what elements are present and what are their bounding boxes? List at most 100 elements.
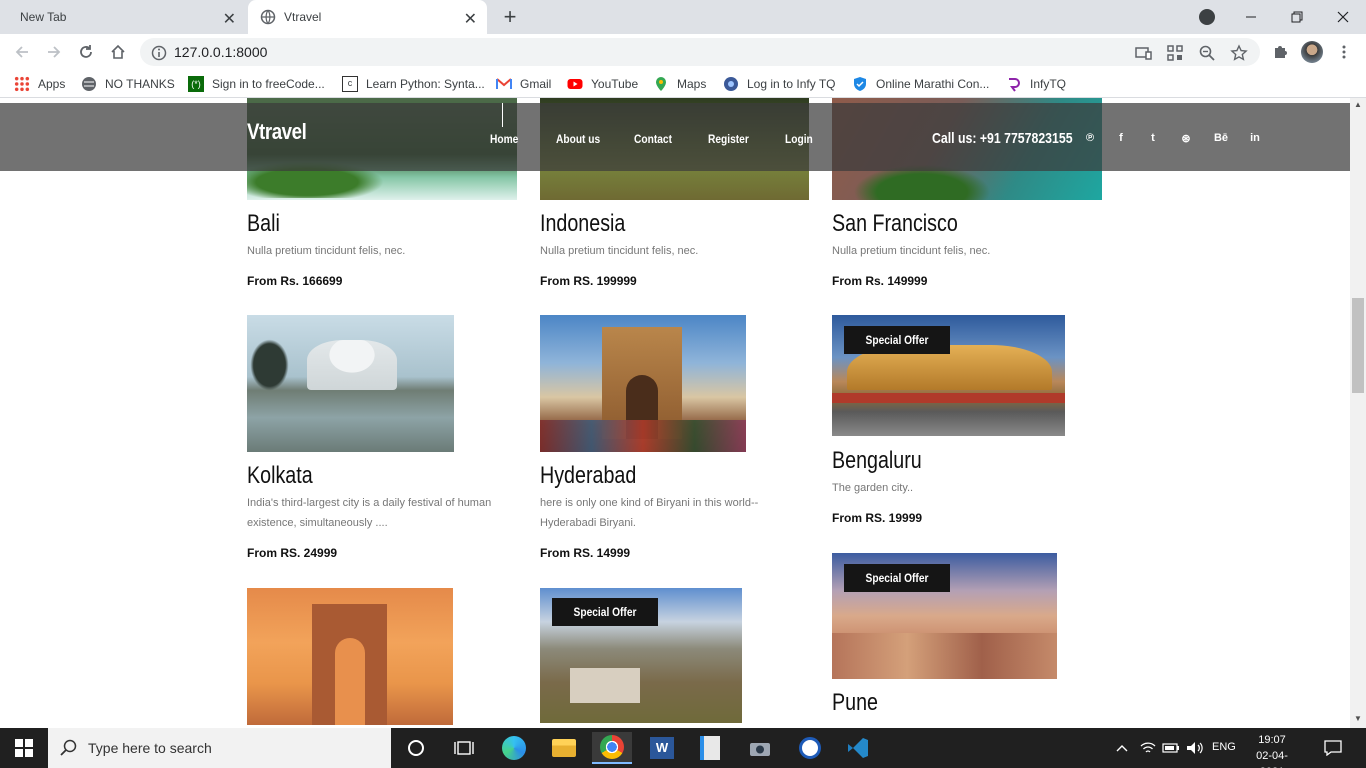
- reload-button[interactable]: [74, 40, 98, 64]
- browser-toolbar: 127.0.0.1:8000: [0, 34, 1366, 70]
- facebook-icon[interactable]: f: [1114, 132, 1128, 144]
- infytq-logo-icon: [1009, 78, 1020, 92]
- card-title-kolkata[interactable]: Kolkata: [247, 462, 313, 490]
- bookmark-log-in-infytq[interactable]: Log in to Infy TQ: [723, 75, 836, 93]
- tab-close-icon[interactable]: ✕: [223, 9, 236, 29]
- twitter-icon[interactable]: t: [1146, 132, 1160, 144]
- nav-home[interactable]: Home: [490, 132, 518, 146]
- tab-title: New Tab: [20, 10, 67, 24]
- card-price-bali: From Rs. 166699: [247, 274, 343, 288]
- pinterest-icon[interactable]: ℗: [1083, 132, 1097, 144]
- taskbar-vscode[interactable]: [838, 732, 878, 764]
- zoom-icon[interactable]: [1198, 44, 1216, 62]
- taskbar-file-explorer[interactable]: [544, 732, 584, 764]
- tab-new-tab[interactable]: New Tab ✕: [0, 0, 246, 34]
- card-desc-hyderabad: here is only one kind of Biryani in this…: [540, 497, 759, 529]
- bookmark-maps[interactable]: Maps: [653, 75, 706, 93]
- page-scrollbar[interactable]: ▲ ▼: [1350, 98, 1366, 728]
- taskbar-word[interactable]: W: [642, 732, 682, 764]
- vscode-icon: [848, 738, 868, 758]
- dribbble-icon[interactable]: ⊛: [1179, 132, 1193, 145]
- taskbar-search[interactable]: Type here to search: [48, 728, 391, 768]
- card-price-hyderabad: From RS. 14999: [540, 546, 631, 560]
- card-image-kolkata[interactable]: [247, 315, 454, 452]
- bookmark-infytq[interactable]: InfyTQ: [1006, 75, 1066, 93]
- card-price-san-francisco: From Rs. 149999: [832, 274, 928, 288]
- bookmark-gmail[interactable]: Gmail: [496, 75, 551, 93]
- nav-contact[interactable]: Contact: [634, 132, 672, 146]
- page-viewport: Vtravel Home About us Contact Register L…: [0, 98, 1350, 728]
- nav-login[interactable]: Login: [785, 132, 813, 146]
- taskbar-app[interactable]: [790, 732, 830, 764]
- wifi-icon[interactable]: [1140, 740, 1156, 756]
- card-price-bengaluru: From RS. 19999: [832, 511, 923, 525]
- taskbar-clock[interactable]: 19:07 02-04-2021: [1249, 732, 1295, 768]
- cast-icon[interactable]: [1134, 44, 1152, 62]
- battery-icon[interactable]: [1162, 741, 1180, 755]
- url-text[interactable]: 127.0.0.1:8000: [174, 44, 267, 60]
- card-title-san-francisco[interactable]: San Francisco: [832, 210, 958, 238]
- forward-button[interactable]: [42, 40, 66, 64]
- address-bar[interactable]: 127.0.0.1:8000: [140, 38, 1260, 66]
- card-title-pune[interactable]: Pune: [832, 689, 878, 717]
- taskbar-chrome[interactable]: [592, 732, 632, 764]
- camera-icon: [750, 743, 770, 756]
- card-title-hyderabad[interactable]: Hyderabad: [540, 462, 636, 490]
- home-button[interactable]: [106, 40, 130, 64]
- special-offer-badge: Special Offer: [552, 598, 659, 626]
- minimize-button[interactable]: [1228, 0, 1274, 34]
- taskbar-edge[interactable]: [494, 732, 534, 764]
- tab-close-icon[interactable]: ✕: [464, 9, 477, 29]
- bookmark-youtube[interactable]: YouTube: [567, 75, 638, 93]
- star-icon[interactable]: [1230, 44, 1248, 62]
- profile-button[interactable]: [1300, 40, 1324, 64]
- card-title-indonesia[interactable]: Indonesia: [540, 210, 625, 238]
- chevron-up-icon[interactable]: [1116, 742, 1128, 754]
- document-icon: [700, 736, 720, 760]
- bookmark-online-marathi[interactable]: Online Marathi Con...: [852, 75, 989, 93]
- extensions-button[interactable]: [1268, 40, 1292, 64]
- language-indicator[interactable]: ENG: [1212, 741, 1236, 753]
- taskbar-camera[interactable]: [740, 732, 780, 764]
- scroll-up-icon[interactable]: ▲: [1354, 100, 1362, 109]
- menu-button[interactable]: [1332, 40, 1356, 64]
- cortana-button[interactable]: [396, 732, 436, 764]
- puzzle-icon: [1275, 46, 1287, 58]
- bookmark-no-thanks[interactable]: NO THANKS: [81, 75, 175, 93]
- card-price-indonesia: From RS. 199999: [540, 274, 637, 288]
- tab-vtravel[interactable]: Vtravel ✕: [248, 0, 487, 34]
- task-view-icon: [454, 741, 474, 755]
- special-offer-badge: Special Offer: [844, 564, 951, 592]
- nav-register[interactable]: Register: [708, 132, 749, 146]
- card-title-bengaluru[interactable]: Bengaluru: [832, 447, 922, 475]
- clock-time: 19:07: [1258, 734, 1286, 746]
- bookmark-codecademy[interactable]: c Learn Python: Synta...: [342, 75, 485, 93]
- back-button[interactable]: [10, 40, 34, 64]
- notifications-icon[interactable]: [1324, 740, 1342, 756]
- bookmark-apps[interactable]: Apps: [14, 75, 65, 93]
- nav-about-us[interactable]: About us: [556, 132, 600, 146]
- info-icon[interactable]: [150, 44, 168, 62]
- start-button[interactable]: [4, 732, 44, 764]
- linkedin-icon[interactable]: in: [1248, 132, 1262, 144]
- codecademy-icon: c: [342, 76, 358, 92]
- card-title-bali[interactable]: Bali: [247, 210, 280, 238]
- taskbar-files[interactable]: [690, 732, 730, 764]
- volume-icon[interactable]: [1186, 740, 1204, 756]
- scroll-down-icon[interactable]: ▼: [1354, 714, 1362, 723]
- bookmark-freecodecamp[interactable]: (*) Sign in to freeCode...: [188, 75, 325, 93]
- new-tab-button[interactable]: +: [498, 4, 522, 30]
- card-image-india-gate[interactable]: [247, 588, 453, 725]
- tab-search-icon[interactable]: [1199, 9, 1215, 25]
- site-logo[interactable]: Vtravel: [247, 119, 307, 145]
- qr-code-icon[interactable]: [1166, 44, 1184, 62]
- card-image-hyderabad[interactable]: [540, 315, 746, 452]
- folder-icon: [552, 739, 576, 757]
- restore-button[interactable]: [1274, 0, 1320, 34]
- scrollbar-thumb[interactable]: [1352, 298, 1364, 393]
- task-view-button[interactable]: [444, 732, 484, 764]
- close-window-button[interactable]: [1320, 0, 1366, 34]
- globe-icon: [260, 9, 276, 25]
- maps-icon: [656, 77, 666, 91]
- behance-icon[interactable]: Bē: [1212, 132, 1230, 144]
